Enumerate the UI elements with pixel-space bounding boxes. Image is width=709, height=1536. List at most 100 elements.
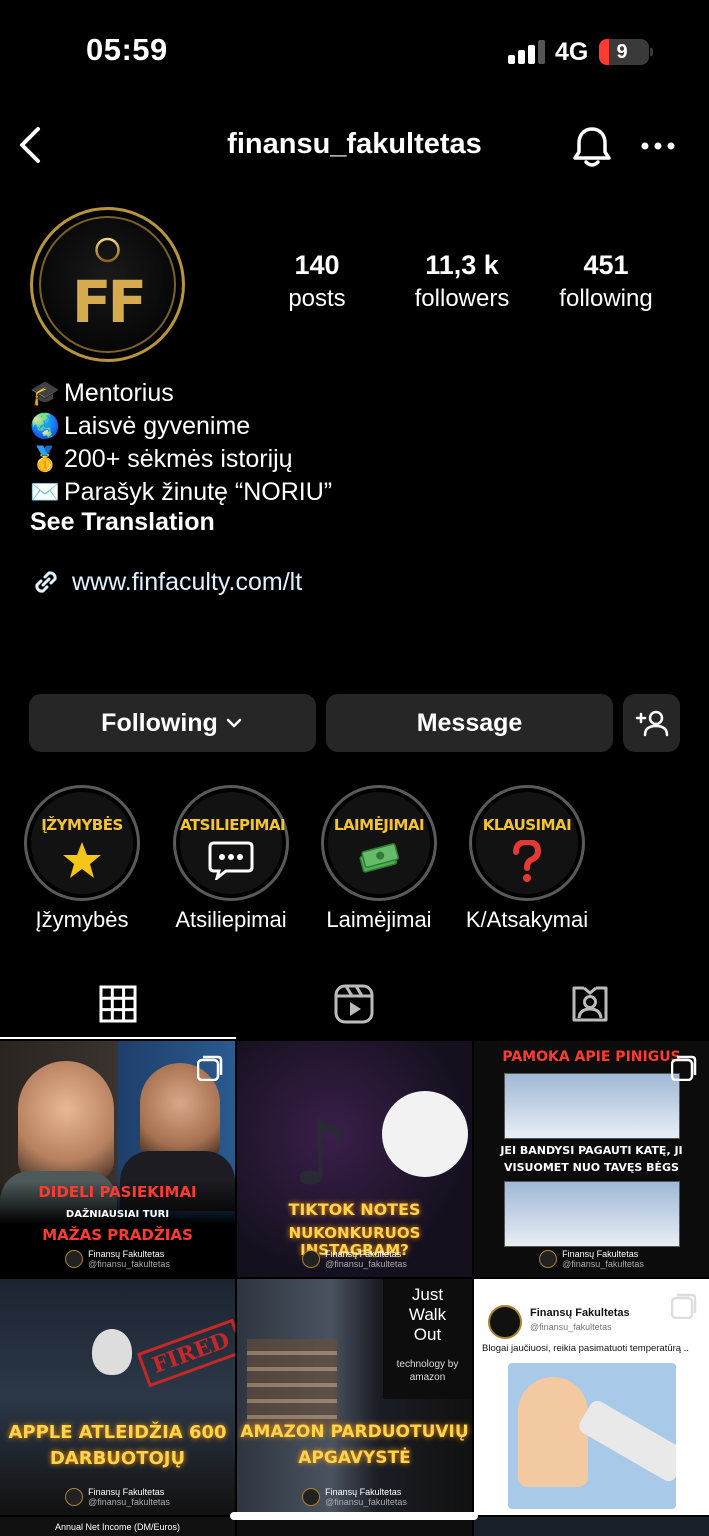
followers-label: followers: [414, 285, 510, 312]
bell-icon[interactable]: [570, 124, 614, 170]
grid-icon: [99, 985, 137, 1023]
profile-link[interactable]: www.finfaculty.com/lt: [30, 566, 302, 598]
post-caption: JEI BANDYSI PAGAUTI KATĘ, JI: [500, 1144, 683, 1157]
brand-handle: @finansu_fakultetas: [88, 1259, 170, 1269]
post-caption: APPLE ATLEIDŽIA 600: [8, 1422, 227, 1443]
post-tile[interactable]: Finansų Fakultetas @finansu_fakultetas B…: [474, 1279, 709, 1515]
fired-stamp: FIRED: [136, 1318, 235, 1388]
multiple-posts-icon: [670, 1055, 697, 1082]
post-tile[interactable]: Just Walk Out technology by amazon AMAZO…: [237, 1279, 472, 1515]
star-icon: [31, 840, 133, 885]
post-tile[interactable]: DIDELI PASIEKIMAI DAŽNIAUSIAI TURI MAŽAS…: [0, 1041, 235, 1277]
sign-line: Out: [413, 1325, 442, 1344]
status-bar: 05:59 4G 9: [0, 0, 709, 100]
highlight-laimejimai[interactable]: LAIMĖJIMAI Laimėjimai: [321, 785, 437, 932]
chat-bubble-icon: [180, 840, 282, 885]
bio-line: Mentorius: [64, 379, 174, 407]
battery-level: 9: [616, 41, 628, 63]
post-caption: DAŽNIAUSIAI TURI: [65, 1209, 170, 1220]
following-button-label: Following: [101, 708, 218, 737]
reels-icon: [334, 984, 374, 1024]
post-brand: Finansų Fakultetas @finansu_fakultetas: [237, 1487, 472, 1507]
post-caption: DARBUOTOJŲ: [49, 1448, 186, 1469]
brand-handle: @finansu_fakultetas: [325, 1259, 407, 1269]
post-brand: Finansų Fakultetas @finansu_fakultetas: [237, 1249, 472, 1269]
post-tile[interactable]: FIRED APPLE ATLEIDŽIA 600 DARBUOTOJŲ Fin…: [0, 1279, 235, 1515]
bio-line: 200+ sėkmės istorijų: [64, 445, 293, 473]
money-icon: [328, 840, 430, 883]
sign-line: Walk: [408, 1305, 447, 1324]
see-translation-link[interactable]: See Translation: [30, 508, 215, 537]
post-caption: VISUOMET NUO TAVĘS BĖGS: [504, 1161, 679, 1174]
highlight-cover-title: KLAUSIMAI: [482, 816, 572, 834]
link-icon: [35, 571, 57, 593]
brand-name: Finansų Fakultetas: [88, 1249, 165, 1259]
tab-tagged[interactable]: [472, 968, 708, 1040]
top-nav: finansu_fakultetas: [0, 110, 709, 182]
brand-name: Finansų Fakultetas: [325, 1487, 402, 1497]
post-brand: Finansų Fakultetas @finansu_fakultetas: [0, 1249, 235, 1269]
highlight-atsiliepimai[interactable]: ATSILIEPIMAI Atsiliepimai: [173, 785, 289, 932]
tweet-comic-image: [508, 1363, 676, 1509]
brand-name: Finansų Fakultetas: [88, 1487, 165, 1497]
active-tab-indicator: [0, 1037, 236, 1039]
more-horizontal-icon[interactable]: [640, 136, 676, 156]
add-user-button[interactable]: [623, 694, 680, 752]
globe-icon: 🌏: [30, 413, 60, 440]
tweet-name: Finansų Fakultetas: [530, 1307, 630, 1319]
tweet-text: Blogai jaučiuosi, reikia pasimatuoti tem…: [482, 1343, 689, 1354]
post-caption: MAŽAS PRADŽIAS: [42, 1226, 193, 1244]
profile-link-text: www.finfaculty.com/lt: [72, 567, 303, 596]
posts-label: posts: [288, 285, 346, 312]
highlight-klausimai[interactable]: KLAUSIMAI K/Atsakymai: [466, 785, 588, 932]
stat-following[interactable]: 451 following: [536, 250, 676, 313]
following-button[interactable]: Following: [29, 694, 316, 752]
store-shelves: [247, 1339, 337, 1429]
highlight-izymybes[interactable]: ĮŽYMYBĖS Įžymybės: [24, 785, 140, 932]
bio-line: Laisvė gyvenime: [64, 412, 251, 440]
tiktok-logo-icon: ♪: [292, 1101, 350, 1206]
post-caption: DIDELI PASIEKIMAI: [38, 1183, 197, 1201]
notes-popup: [382, 1091, 468, 1177]
stat-posts[interactable]: 140 posts: [247, 250, 387, 313]
highlight-cover-title: ĮŽYMYBĖS: [41, 816, 123, 834]
following-count: 451: [583, 250, 629, 280]
tab-reels[interactable]: [236, 968, 472, 1040]
tweet-handle: @finansu_fakultetas: [530, 1322, 612, 1332]
post-caption: AMAZON PARDUOTUVIŲ: [240, 1422, 469, 1442]
stat-followers[interactable]: 11,3 k followers: [392, 250, 532, 313]
battery-icon: 9: [599, 39, 653, 65]
followers-count: 11,3 k: [425, 250, 499, 280]
sign-sub: amazon: [409, 1372, 446, 1383]
home-indicator[interactable]: [230, 1512, 478, 1520]
highlight-cover-title: ATSILIEPIMAI: [180, 816, 286, 834]
brand-handle: @finansu_fakultetas: [562, 1259, 644, 1269]
post-tile[interactable]: ♪ TIKTOK NOTES NUKONKURUOS INSTAGRAM? Fi…: [237, 1041, 472, 1277]
post-tile[interactable]: [474, 1517, 709, 1536]
medal-icon: 🥇: [30, 446, 60, 473]
apple-logo-icon: [92, 1329, 132, 1375]
posts-count: 140: [294, 250, 340, 280]
multiple-posts-icon: [196, 1055, 223, 1082]
post-illustration-bottom: [504, 1181, 680, 1247]
tab-grid[interactable]: [0, 968, 236, 1040]
avatar-logo-text: FF: [71, 268, 147, 336]
post-tile[interactable]: Annual Net Income (DM/Euros): [0, 1517, 235, 1536]
highlight-label: K/Atsakymai: [465, 907, 589, 932]
envelope-icon: ✉️: [30, 479, 60, 506]
add-user-icon: [635, 710, 668, 737]
message-button[interactable]: Message: [326, 694, 613, 752]
post-brand: Finansų Fakultetas @finansu_fakultetas: [0, 1487, 235, 1507]
post-tile[interactable]: PAMOKA APIE PINIGUS JEI BANDYSI PAGAUTI …: [474, 1041, 709, 1277]
post-brand: Finansų Fakultetas @finansu_fakultetas: [474, 1249, 709, 1269]
avatar[interactable]: FF: [30, 207, 185, 362]
chevron-down-icon: [226, 718, 242, 728]
sign-sub: technology by: [396, 1359, 459, 1370]
profile-tabs: [0, 968, 709, 1040]
network-type: 4G: [555, 38, 589, 66]
brand-handle: @finansu_fakultetas: [88, 1497, 170, 1507]
signal-icon: [508, 40, 546, 64]
post-caption: APGAVYSTĖ: [298, 1448, 411, 1468]
profile-bio: 🎓 Mentorius 🌏 Laisvė gyvenime 🥇 200+ sėkmės…: [30, 377, 332, 509]
status-time: 05:59: [86, 32, 168, 67]
